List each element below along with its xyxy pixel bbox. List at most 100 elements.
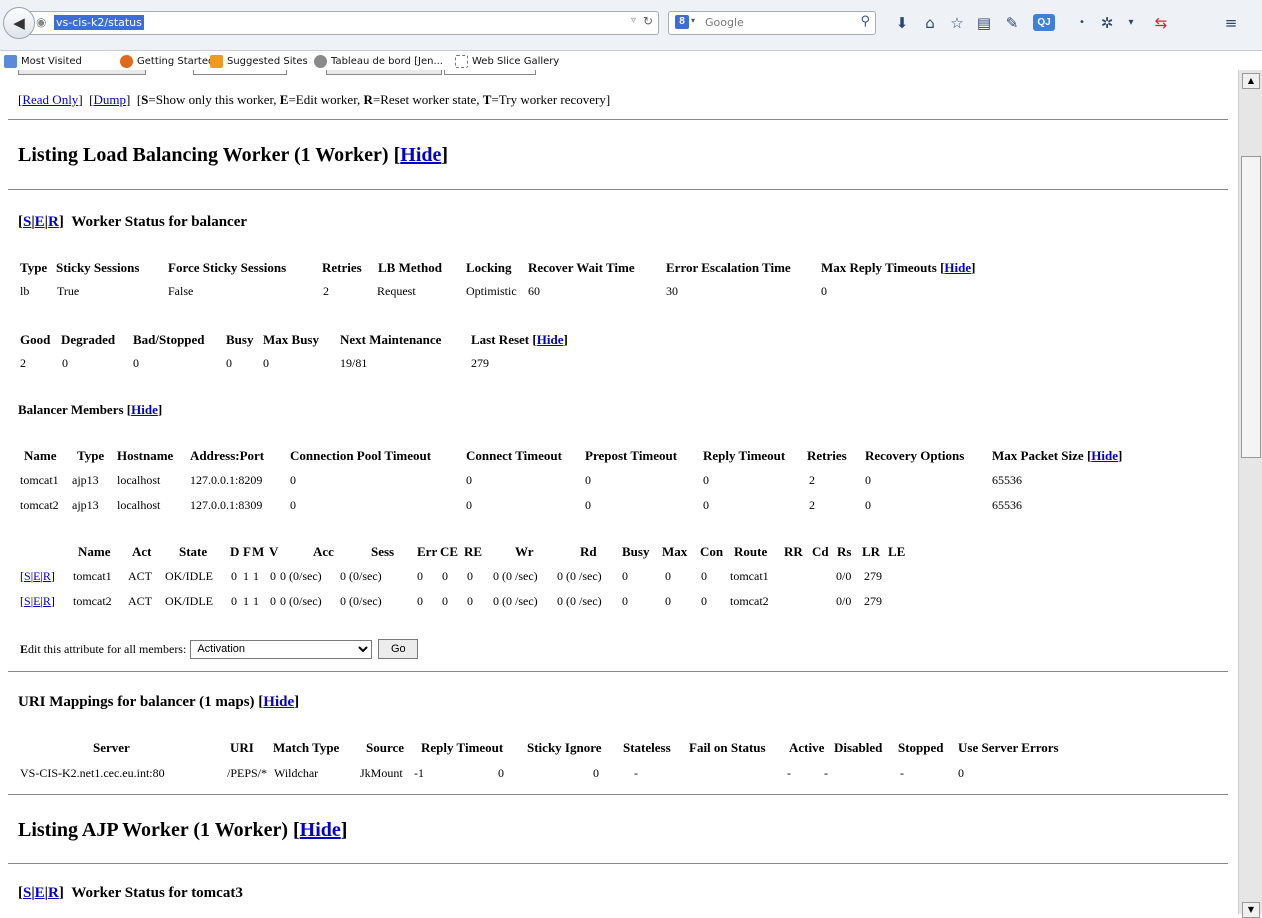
scrollbar-thumb[interactable] (1241, 156, 1261, 458)
cell: ajp13 (72, 473, 99, 487)
cell: /PEPS/* (227, 766, 268, 780)
cell: 60 (528, 284, 540, 298)
member-edit-link[interactable]: E (33, 594, 40, 608)
search-icon[interactable]: ⚲ (860, 14, 870, 29)
cell: ACT (128, 594, 152, 608)
cell: 0 (62, 356, 68, 370)
tomcat3-edit-link[interactable]: E (35, 885, 45, 901)
members-hide-link[interactable]: Hide (131, 402, 158, 417)
search-input[interactable]: Google (705, 16, 744, 29)
col-header: Active (789, 740, 825, 755)
bookmark-web-slice-gallery[interactable]: Web Slice Gallery (455, 55, 559, 68)
member-reset-link[interactable]: R (43, 594, 51, 608)
tomcat3-reset-link[interactable]: R (48, 885, 59, 901)
scroll-up-icon[interactable]: ▲ (1242, 73, 1260, 89)
bookmarks-menu-icon[interactable]: ▤ (975, 14, 993, 32)
addon-caret-icon[interactable]: ▾ (1122, 14, 1140, 32)
menu-icon[interactable]: ≡ (1222, 14, 1240, 32)
cell: ACT (128, 569, 152, 583)
lb-hide-link[interactable]: Hide (400, 144, 441, 166)
cell: 0 (231, 569, 237, 583)
pocket-icon[interactable]: ✎ (1003, 14, 1021, 32)
legend-text-s: =Show only this worker, (148, 92, 280, 107)
bookmark-suggested-sites[interactable]: Suggested Sites (210, 55, 308, 68)
dump-link[interactable]: Dump (93, 92, 126, 107)
reload-icon[interactable]: ↻ (643, 14, 653, 28)
cell: tomcat1 (730, 569, 769, 583)
addon-dropdown-icon[interactable]: • (1073, 14, 1091, 32)
bookmark-tableau-de-bord[interactable]: Tableau de bord [Jen... (314, 55, 443, 68)
cell: 2 (809, 498, 815, 512)
cell: tomcat2 (73, 594, 112, 608)
search-engine-dropdown-icon[interactable]: ▾ (691, 16, 695, 25)
state-hide-link[interactable]: Hide (537, 332, 564, 347)
col-header: Type (77, 448, 105, 463)
cell: 0 (442, 569, 448, 583)
uri-hide-link[interactable]: Hide (263, 694, 294, 710)
url-dropdown-icon[interactable]: ▿ (631, 15, 636, 26)
cell: 30 (666, 284, 678, 298)
url-bar[interactable]: ◉ vs-cis-k2/status ▿ ↻ (30, 11, 659, 35)
cell: 0 (231, 594, 237, 608)
home-icon[interactable]: ⌂ (921, 14, 939, 32)
col-header: Recovery Options (865, 448, 965, 463)
bookmark-most-visited[interactable]: Most Visited (4, 55, 82, 68)
divider (8, 794, 1228, 795)
cutoff-control[interactable] (326, 70, 442, 75)
cell: 0 (665, 594, 671, 608)
member-config-hide-link[interactable]: Hide (1091, 448, 1118, 463)
bookmark-star-icon[interactable]: ☆ (948, 14, 966, 32)
url-text[interactable]: vs-cis-k2/status (54, 15, 144, 30)
cell: JkMount (360, 766, 403, 780)
bookmark-getting-started[interactable]: Getting Started (120, 55, 214, 68)
cutoff-input[interactable] (193, 70, 287, 75)
back-button[interactable]: ◀ (3, 7, 35, 39)
col-header: Max Busy (263, 332, 319, 347)
cell: 0 (0 /sec) (557, 594, 602, 608)
cell: 0 (585, 498, 591, 512)
col-header: Busy (622, 544, 650, 559)
cutoff-control[interactable] (18, 70, 146, 75)
addon-badge[interactable]: QJ (1033, 14, 1055, 31)
page-viewport: [Read Only] [Dump] [S=Show only this wor… (0, 70, 1238, 914)
member-show-link[interactable]: S (24, 569, 31, 583)
addon-bug-icon[interactable]: ✲ (1098, 14, 1116, 32)
col-header: Good (20, 332, 51, 347)
tomcat3-show-link[interactable]: S (23, 885, 31, 901)
tableau-icon (314, 55, 327, 68)
download-icon[interactable]: ⬇ (893, 14, 911, 32)
reset-worker-link[interactable]: R (48, 214, 59, 230)
ajp-hide-link[interactable]: Hide (300, 819, 341, 841)
attribute-select[interactable]: Activation (190, 639, 373, 659)
cell: 0 (226, 356, 232, 370)
sync-arrows-icon[interactable]: ⇆ (1152, 14, 1170, 32)
cell: 0 (865, 473, 871, 487)
cell: Request (377, 284, 416, 298)
member-reset-link[interactable]: R (43, 569, 51, 583)
cell: tomcat2 (730, 594, 769, 608)
edit-worker-link[interactable]: E (35, 214, 45, 230)
scroll-down-icon[interactable]: ▼ (1242, 902, 1260, 918)
cell: 0 (703, 473, 709, 487)
divider (8, 863, 1228, 864)
cell: 1 (243, 569, 249, 583)
cell: 65536 (992, 498, 1022, 512)
col-header: Err (417, 544, 438, 559)
vertical-scrollbar[interactable]: ▲ ▼ (1238, 70, 1262, 918)
member-show-link[interactable]: S (24, 594, 31, 608)
cutoff-select[interactable] (444, 70, 536, 75)
cell: 0 (417, 594, 423, 608)
show-worker-link[interactable]: S (23, 214, 31, 230)
top-actions-row: [Read Only] [Dump] [S=Show only this wor… (18, 92, 611, 107)
divider (8, 119, 1228, 120)
search-engine-icon[interactable]: 8 (675, 15, 689, 29)
col-header: Wr (515, 544, 534, 559)
read-only-link[interactable]: Read Only (22, 92, 78, 107)
col-header: Rs (837, 544, 852, 559)
search-bar[interactable]: 8 ▾ Google ⚲ (668, 11, 876, 35)
col-header: Connection Pool Timeout (290, 448, 432, 463)
status-hide-link[interactable]: Hide (944, 260, 971, 275)
member-edit-link[interactable]: E (33, 569, 40, 583)
col-header: Hostname (117, 448, 174, 463)
go-button[interactable]: Go (378, 639, 419, 659)
